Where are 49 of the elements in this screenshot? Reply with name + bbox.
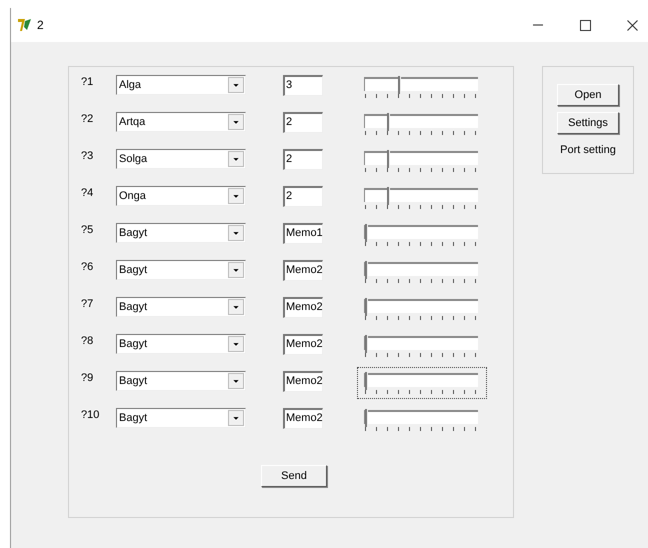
text-field[interactable]: Memo2 — [283, 297, 323, 318]
slider-thumb[interactable] — [387, 150, 390, 168]
port-caption: Port setting — [560, 144, 616, 156]
combo-box[interactable]: Bagyt — [116, 334, 246, 354]
combo-box[interactable]: Bagyt — [116, 371, 246, 391]
combo-box[interactable]: Bagyt — [116, 408, 246, 428]
slider-thumb[interactable] — [365, 298, 368, 316]
slider-thumb[interactable] — [398, 76, 401, 94]
row-label: ?2 — [81, 112, 94, 125]
text-field[interactable]: 2 — [283, 112, 323, 133]
text-field[interactable]: 2 — [283, 149, 323, 170]
row-label: ?1 — [81, 75, 94, 88]
combo-box[interactable]: Alga — [116, 75, 246, 95]
row-label: ?7 — [81, 297, 94, 310]
slider-thumb[interactable] — [387, 113, 390, 131]
window-title: 2 — [37, 18, 44, 32]
combo-box[interactable]: Bagyt — [116, 260, 246, 280]
send-button[interactable]: Send — [261, 465, 327, 487]
row-label: ?5 — [81, 223, 94, 236]
combo-box[interactable]: Onga — [116, 186, 246, 206]
slider-thumb[interactable] — [387, 187, 390, 205]
combo-box[interactable]: Solga — [116, 149, 246, 169]
panel-button[interactable]: Settings — [557, 112, 619, 134]
combo-box[interactable]: Bagyt — [116, 297, 246, 317]
text-field[interactable]: Memo1 — [283, 223, 323, 244]
maximize-icon[interactable] — [580, 20, 591, 30]
row-label: ?8 — [81, 334, 94, 347]
text-field[interactable]: Memo2 — [283, 371, 323, 392]
text-field[interactable]: 2 — [283, 186, 323, 207]
row-label: ?9 — [81, 371, 94, 384]
close-icon[interactable] — [627, 20, 638, 30]
text-field[interactable]: Memo2 — [283, 408, 323, 429]
text-field[interactable]: Memo2 — [283, 334, 323, 355]
row-label: ?10 — [81, 408, 100, 421]
slider-thumb[interactable] — [365, 335, 368, 353]
row-label: ?4 — [81, 186, 94, 199]
panel-button[interactable]: Open — [557, 84, 619, 106]
slider-thumb[interactable] — [365, 409, 368, 427]
combo-box[interactable]: Artqa — [116, 112, 246, 132]
slider-thumb[interactable] — [365, 261, 368, 279]
slider-thumb[interactable] — [365, 224, 368, 242]
text-field[interactable]: 3 — [283, 75, 323, 96]
combo-box[interactable]: Bagyt — [116, 223, 246, 243]
app-icon — [17, 18, 33, 32]
slider[interactable] — [357, 367, 487, 399]
row-label: ?6 — [81, 260, 94, 273]
row-label: ?3 — [81, 149, 94, 162]
text-field[interactable]: Memo2 — [283, 260, 323, 281]
slider-thumb[interactable] — [365, 372, 368, 390]
